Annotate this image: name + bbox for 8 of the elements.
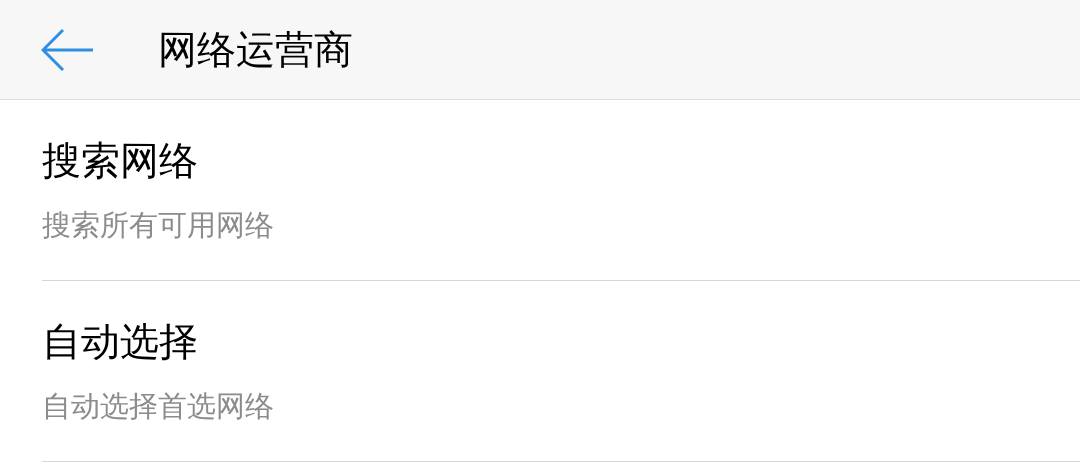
item-title: 自动选择: [42, 317, 198, 366]
page-title: 网络运营商: [158, 30, 353, 69]
item-subtitle: 自动选择首选网络: [42, 388, 274, 425]
settings-item[interactable]: 搜索网络 搜索所有可用网络: [42, 100, 1080, 281]
back-arrow-icon: [41, 27, 95, 72]
item-subtitle: 搜索所有可用网络: [42, 207, 274, 244]
settings-item[interactable]: 自动选择 自动选择首选网络: [42, 281, 1080, 462]
item-title: 搜索网络: [42, 136, 198, 185]
